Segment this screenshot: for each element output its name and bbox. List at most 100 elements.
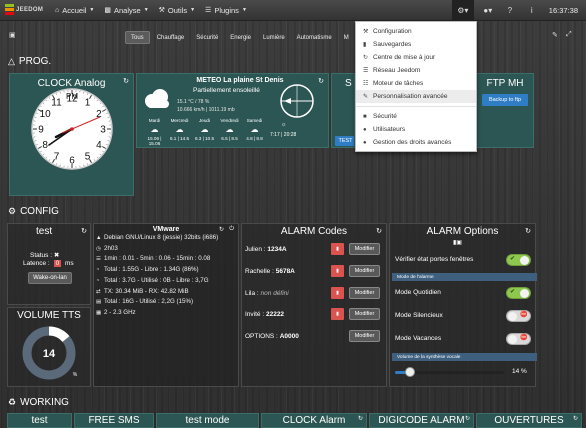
delete-code-button[interactable]: ▮ bbox=[331, 308, 344, 320]
filter-securite[interactable]: Sécurité bbox=[191, 31, 223, 44]
section-prog-title: △ PROG. bbox=[8, 56, 51, 67]
filter-lumiere[interactable]: Lumière bbox=[258, 31, 290, 44]
working-tile-title: test mode bbox=[185, 415, 230, 426]
working-tile-title: DIGICODE ALARM bbox=[378, 415, 465, 426]
nav-plugins[interactable]: ☰ Plugins ▼ bbox=[205, 6, 247, 15]
tasks-icon: ☰ bbox=[205, 7, 212, 14]
section-prog-label: PROG. bbox=[18, 56, 52, 67]
refresh-icon[interactable]: ↻ bbox=[81, 227, 87, 235]
clock-hour-label: 3 bbox=[100, 125, 106, 136]
backup-ftp-button[interactable]: Backup to ftp bbox=[482, 94, 528, 106]
working-tile-clock-alarm[interactable]: CLOCK Alarm ↻ bbox=[261, 413, 367, 428]
vm-line-memory: ◔ Total : 1.55G - Libre : 1.34G (86%) bbox=[96, 265, 238, 276]
working-tile-test[interactable]: test bbox=[7, 413, 72, 428]
clock-analog-tile: CLOCK Analog ↻ 12 1 2 3 4 5 6 7 8 9 10 11 PM bbox=[9, 73, 134, 196]
alarm-codes-title: ALARM Codes bbox=[280, 226, 348, 237]
power-icon[interactable]: ⏻ bbox=[229, 226, 234, 233]
latency-value: 0 bbox=[53, 260, 62, 267]
modify-code-button[interactable]: Modifier bbox=[349, 243, 380, 255]
refresh-icon[interactable]: ↻ bbox=[318, 77, 324, 85]
nav-accueil[interactable]: ⌂ Accueil ▼ bbox=[55, 6, 94, 15]
delete-code-button[interactable]: ▮ bbox=[331, 265, 344, 277]
modify-code-button[interactable]: Modifier bbox=[349, 265, 380, 277]
user-menu-button[interactable]: ●▾ bbox=[477, 0, 499, 21]
mode-silencieux-toggle[interactable]: ⛔ bbox=[506, 310, 531, 322]
clock-hour-label: 11 bbox=[51, 98, 62, 109]
mode-quotidien-toggle[interactable]: ✔ bbox=[506, 287, 531, 299]
nav-analyse[interactable]: ▩ Analyse ▼ bbox=[104, 6, 148, 15]
minus-circle-icon: ⛔ bbox=[520, 312, 528, 318]
vm-line-text: 2h03 bbox=[104, 244, 118, 252]
logo-text: JEEDOM bbox=[16, 7, 44, 13]
check-icon: ✔ bbox=[510, 289, 516, 295]
menu-sauvegardes[interactable]: ▮ Sauvegardes bbox=[356, 38, 476, 51]
clock-hour-label: 6 bbox=[69, 156, 75, 167]
refresh-icon[interactable]: ↻ bbox=[525, 227, 531, 235]
latency-line: Latence : 0 ms bbox=[23, 260, 74, 267]
menu-configuration[interactable]: ⚒ Configuration bbox=[356, 25, 476, 38]
vm-line-swap: ◔ Total : 3.7G - Utilisé : 0B - Libre : 3… bbox=[96, 276, 238, 287]
menu-securite[interactable]: ■ Sécurité bbox=[356, 110, 476, 123]
menu-utilisateurs[interactable]: ● Utilisateurs bbox=[356, 123, 476, 136]
alarm-options-title: ALARM Options bbox=[426, 226, 499, 237]
settings-menu-button[interactable]: ⚙▾ bbox=[451, 0, 474, 21]
volume-slider[interactable] bbox=[395, 367, 504, 377]
help-button[interactable]: ? bbox=[499, 0, 521, 21]
filter-energie[interactable]: Energie bbox=[225, 31, 256, 44]
refresh-icon[interactable]: ↻ bbox=[219, 226, 224, 233]
refresh-icon[interactable]: ↻ bbox=[358, 415, 363, 422]
filter-more[interactable]: M bbox=[339, 31, 354, 44]
picture-icon[interactable]: ▣ bbox=[9, 31, 16, 39]
refresh-icon[interactable]: ↻ bbox=[573, 415, 578, 422]
modify-code-button[interactable]: Modifier bbox=[349, 287, 380, 299]
menu-mise-a-jour[interactable]: ↻ Centre de mise à jour bbox=[356, 51, 476, 64]
menu-label: Utilisateurs bbox=[373, 126, 406, 133]
wake-on-lan-button[interactable]: Wake-on-lan bbox=[28, 272, 72, 284]
jeedom-logo[interactable]: JEEDOM bbox=[5, 2, 45, 19]
modify-code-button[interactable]: Modifier bbox=[349, 308, 380, 320]
refresh-icon[interactable]: ↻ bbox=[465, 415, 470, 422]
test-button[interactable]: TEST bbox=[335, 136, 354, 146]
cloud-icon: ☁ bbox=[250, 125, 259, 134]
status-line: Status : ✖ bbox=[30, 251, 59, 259]
forecast-temp: 6.1 | 14.5 bbox=[169, 136, 190, 141]
menu-moteur-taches[interactable]: ☷ Moteur de tâches bbox=[356, 77, 476, 90]
refresh-icon[interactable]: ↻ bbox=[376, 227, 382, 235]
info-button[interactable]: i bbox=[521, 0, 543, 21]
menu-reseau-jeedom[interactable]: ☰ Réseau Jeedom bbox=[356, 64, 476, 77]
working-tile-free-sms[interactable]: FREE SMS bbox=[74, 413, 154, 428]
filter-tous[interactable]: Tous bbox=[125, 31, 150, 44]
pencil-icon[interactable]: ✎ bbox=[552, 31, 558, 39]
menu-personnalisation[interactable]: ✎ Personnalisation avancée bbox=[356, 90, 476, 103]
menu-droits-avances[interactable]: ● Gestion des droits avancés bbox=[356, 136, 476, 149]
volume-band: Volume de la synthèse vocale bbox=[392, 353, 537, 361]
menu-label: Moteur de tâches bbox=[373, 80, 424, 87]
meteo-wind-pressure: 10.666 km/h | 1011.19 mb bbox=[177, 107, 235, 113]
forecast-temp: 6.5 | 8.5 bbox=[221, 136, 238, 141]
volume-gauge: 14 % bbox=[22, 326, 78, 380]
doors-windows-icon: ▮▣ bbox=[453, 240, 462, 246]
doors-check-toggle[interactable]: ✔ bbox=[506, 254, 531, 266]
modify-code-button[interactable]: Modifier bbox=[349, 330, 380, 342]
delete-code-button[interactable]: ▮ bbox=[331, 287, 344, 299]
nav-outils[interactable]: ⚒ Outils ▼ bbox=[159, 6, 195, 15]
delete-code-button[interactable]: ▮ bbox=[331, 243, 344, 255]
alarm-codes-tile: ALARM Codes ↻ Julien : 1234A ▮ Modifier … bbox=[241, 223, 387, 387]
alarm-code-name: Rachelle : bbox=[245, 268, 274, 275]
filter-automatisme[interactable]: Automatisme bbox=[292, 31, 337, 44]
mode-band: Mode de l'alarme bbox=[392, 273, 537, 281]
alarm-code-label: Invité : 22222 bbox=[245, 311, 331, 318]
fullscreen-icon[interactable]: ⤢ bbox=[566, 31, 572, 39]
trash-icon: ▮ bbox=[336, 311, 339, 317]
filter-chauffage[interactable]: Chauffage bbox=[152, 31, 190, 44]
vm-line-os: ▲ Debian GNU/Linux 8 (jessie) 32bits (i68… bbox=[96, 233, 238, 244]
working-tile-ouvertures[interactable]: OUVERTURES ↻ bbox=[476, 413, 582, 428]
working-tile-test-mode[interactable]: test mode bbox=[156, 413, 259, 428]
refresh-icon[interactable]: ↻ bbox=[123, 77, 129, 85]
mode-vacances-label: Mode Vacances bbox=[395, 335, 442, 342]
cloud-icon: ☁ bbox=[175, 125, 184, 134]
mode-vacances-toggle[interactable]: ⛔ bbox=[506, 333, 531, 345]
slider-handle[interactable] bbox=[405, 367, 416, 377]
vm-line-text: 2 - 2.3 GHz bbox=[104, 308, 136, 316]
working-tile-digicode[interactable]: DIGICODE ALARM ↻ bbox=[369, 413, 474, 428]
